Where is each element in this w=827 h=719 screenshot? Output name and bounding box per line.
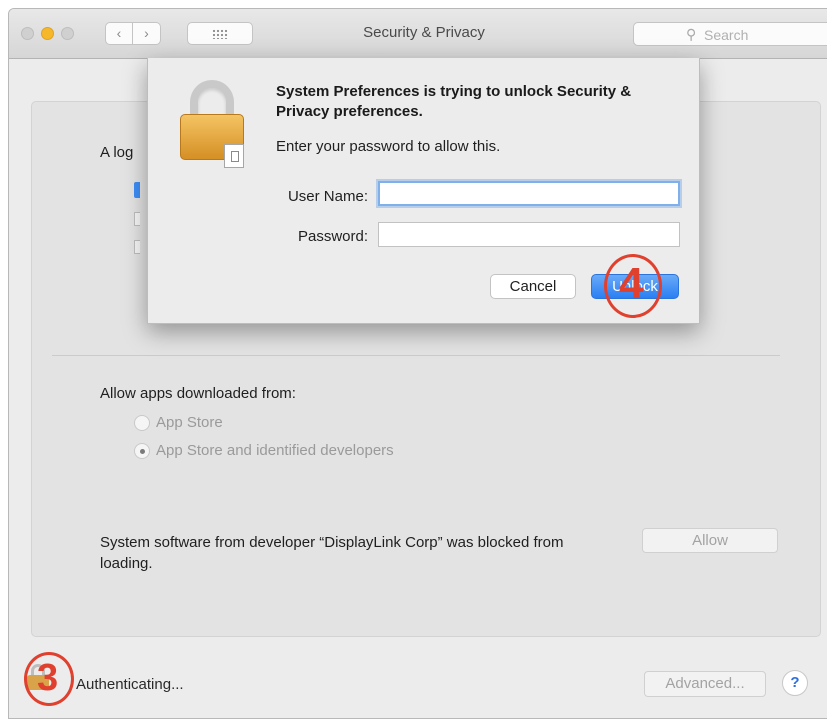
step-number: 3: [37, 657, 59, 699]
radio-label: App Store and identified developers: [156, 442, 394, 459]
window-title: Security & Privacy: [363, 24, 485, 41]
username-label: User Name:: [287, 188, 368, 205]
radio-button-selected[interactable]: [134, 442, 150, 459]
search-icon: ⚲: [686, 26, 697, 42]
step-number: 4: [619, 259, 644, 308]
title-bar: ‹ › Security & Privacy ⚲ Search: [9, 9, 827, 59]
search-placeholder: Search: [704, 27, 749, 43]
lock-icon: [180, 80, 244, 168]
allow-apps-heading: Allow apps downloaded from:: [100, 385, 296, 402]
help-button[interactable]: ?: [782, 670, 808, 696]
radio-button[interactable]: [134, 414, 150, 431]
zoom-window-button[interactable]: [61, 27, 74, 40]
minimize-window-button[interactable]: [41, 27, 54, 40]
show-all-button[interactable]: [187, 22, 253, 45]
unlock-dialog: System Preferences is trying to unlock S…: [147, 58, 700, 324]
login-partial-text: A log: [100, 144, 134, 161]
back-button[interactable]: ‹: [105, 22, 133, 45]
advanced-button[interactable]: Advanced...: [644, 671, 766, 697]
divider: [52, 355, 780, 356]
document-icon: [224, 144, 244, 168]
checkbox-partial-2[interactable]: [134, 212, 140, 226]
dialog-message: Enter your password to allow this.: [276, 138, 501, 155]
checkbox-partial-1[interactable]: [134, 182, 140, 198]
grid-icon: [212, 29, 228, 39]
authenticating-status: Authenticating...: [76, 676, 184, 693]
username-field[interactable]: [378, 181, 680, 206]
dialog-title: System Preferences is trying to unlock S…: [276, 83, 632, 120]
close-window-button[interactable]: [21, 27, 34, 40]
password-label: Password:: [297, 228, 368, 245]
checkbox-partial-3[interactable]: [134, 240, 140, 254]
blocked-software-message: System software from developer “DisplayL…: [100, 534, 564, 572]
allow-button[interactable]: Allow: [642, 528, 778, 553]
radio-app-store[interactable]: App Store: [134, 414, 223, 431]
step-marker-3: 3: [24, 652, 74, 706]
forward-button[interactable]: ›: [133, 22, 161, 45]
password-field[interactable]: [378, 222, 680, 247]
cancel-button[interactable]: Cancel: [490, 274, 576, 299]
radio-label: App Store: [156, 414, 223, 431]
radio-app-store-identified[interactable]: App Store and identified developers: [134, 442, 394, 459]
search-field[interactable]: ⚲ Search: [633, 22, 827, 46]
step-marker-4: 4: [604, 254, 662, 318]
